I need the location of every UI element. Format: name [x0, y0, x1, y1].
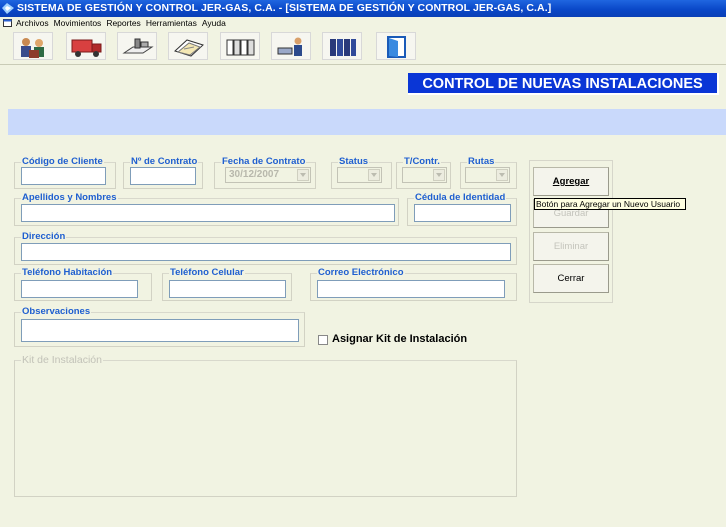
chevron-down-icon[interactable]: [433, 169, 445, 181]
toolbar-button-files[interactable]: [220, 32, 260, 60]
tipo-contrato-select[interactable]: [402, 167, 447, 183]
truck-icon: [71, 39, 102, 57]
asignar-kit-label[interactable]: Asignar Kit de Instalación: [332, 333, 467, 345]
title-bar: SISTEMA DE GESTIÓN Y CONTROL JER-GAS, C.…: [0, 0, 726, 17]
label-apellidos-nombres: Apellidos y Nombres: [22, 192, 117, 203]
apellidos-nombres-input[interactable]: [21, 204, 395, 222]
installation-icon: [122, 38, 154, 54]
documents-icon: [174, 39, 204, 57]
info-strip: [8, 109, 726, 135]
label-cedula: Cédula de Identidad: [415, 192, 506, 203]
chevron-down-icon[interactable]: [368, 169, 380, 181]
app-icon: [2, 3, 14, 14]
group-kit-instalacion: Kit de Instalación: [14, 355, 517, 497]
label-fecha-contrato: Fecha de Contrato: [222, 156, 306, 167]
binders-icon: [330, 39, 356, 56]
menu-herramientas[interactable]: Herramientas: [146, 17, 197, 30]
menu-movimientos[interactable]: Movimientos: [54, 17, 102, 30]
telefono-celular-input[interactable]: [169, 280, 286, 298]
files-icon: [226, 39, 255, 56]
codigo-cliente-input[interactable]: [21, 167, 106, 185]
users-icon: [21, 38, 44, 58]
label-direccion: Dirección: [22, 231, 66, 242]
telefono-habitacion-input[interactable]: [21, 280, 138, 298]
chevron-down-icon[interactable]: [297, 169, 309, 181]
label-codigo-cliente: Código de Cliente: [22, 156, 103, 167]
toolbar-button-exit[interactable]: [376, 32, 416, 60]
correo-input[interactable]: [317, 280, 505, 298]
cedula-input[interactable]: [414, 204, 511, 222]
label-observaciones: Observaciones: [22, 306, 91, 317]
label-telefono-habitacion: Teléfono Habitación: [22, 267, 113, 278]
rutas-select[interactable]: [465, 167, 510, 183]
label-telefono-celular: Teléfono Celular: [170, 267, 244, 278]
label-tipo-contrato: T/Contr.: [404, 156, 440, 167]
toolbar: [0, 30, 726, 65]
status-select[interactable]: [337, 167, 382, 183]
menu-reportes[interactable]: Reportes: [106, 17, 141, 30]
direccion-input[interactable]: [21, 243, 511, 261]
label-correo: Correo Electrónico: [318, 267, 404, 278]
toolbar-button-truck[interactable]: [66, 32, 106, 60]
cerrar-button[interactable]: Cerrar: [533, 264, 609, 293]
toolbar-button-users[interactable]: [13, 32, 53, 60]
page-title: CONTROL DE NUEVAS INSTALACIONES: [422, 76, 703, 92]
worker-icon: [277, 37, 302, 56]
asignar-kit-checkbox[interactable]: [318, 335, 328, 345]
window-title: SISTEMA DE GESTIÓN Y CONTROL JER-GAS, C.…: [17, 2, 552, 14]
eliminar-button[interactable]: Eliminar: [533, 232, 609, 261]
toolbar-button-installation[interactable]: [117, 32, 157, 60]
menu-archivos[interactable]: Archivos: [16, 17, 49, 30]
fecha-contrato-value: 30/12/2007: [229, 169, 280, 180]
toolbar-button-documents[interactable]: [168, 32, 208, 60]
observaciones-input[interactable]: [21, 319, 299, 342]
label-nro-contrato: Nº de Contrato: [131, 156, 198, 167]
nro-contrato-input[interactable]: [130, 167, 196, 185]
label-kit-instalacion: Kit de Instalación: [22, 354, 102, 366]
exit-door-icon: [387, 36, 406, 58]
label-status: Status: [339, 156, 369, 167]
toolbar-button-worker[interactable]: [271, 32, 311, 60]
menu-ayuda[interactable]: Ayuda: [202, 17, 226, 30]
agregar-button[interactable]: Agregar: [533, 167, 609, 196]
toolbar-button-binders[interactable]: [322, 32, 362, 60]
system-menu-icon[interactable]: [3, 18, 12, 27]
form-header: CONTROL DE NUEVAS INSTALACIONES: [408, 73, 719, 95]
chevron-down-icon[interactable]: [496, 169, 508, 181]
fecha-contrato-picker[interactable]: 30/12/2007: [225, 167, 311, 183]
label-rutas: Rutas: [468, 156, 495, 167]
menu-bar: Archivos Movimientos Reportes Herramientas A…: [0, 17, 726, 30]
agregar-tooltip: Botón para Agregar un Nuevo Usuario: [534, 198, 686, 210]
